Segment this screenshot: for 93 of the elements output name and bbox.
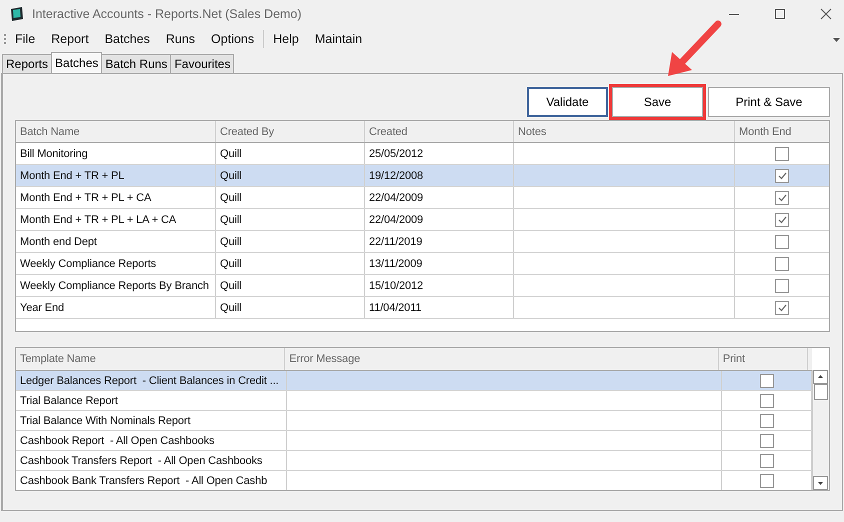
scroll-down-icon[interactable] <box>813 476 828 490</box>
menu-item[interactable]: Batches <box>96 32 158 46</box>
tab[interactable]: Reports <box>2 54 52 73</box>
table-row[interactable]: Month end Dept Quill 22/11/2019 <box>16 231 829 253</box>
checkbox[interactable] <box>775 278 789 292</box>
table-row[interactable]: Cashbook Bank Transfers Report - All Open Cashb <box>16 471 812 490</box>
column-header[interactable]: Print <box>718 348 808 370</box>
table-cell: 22/11/2019 <box>365 231 514 252</box>
table-cell: Month End + TR + PL + CA <box>16 187 216 208</box>
table-cell: Quill <box>216 165 365 186</box>
menu-item[interactable]: Report <box>43 32 97 46</box>
menu-item[interactable]: Help <box>265 32 307 46</box>
column-header[interactable]: Created By <box>216 121 365 142</box>
table-cell: Cashbook Report - All Open Cashbooks <box>16 431 287 450</box>
action-button[interactable]: Validate <box>527 87 608 117</box>
check-icon <box>778 216 786 224</box>
table-row[interactable]: Trial Balance With Nominals Report <box>16 411 812 431</box>
table-row[interactable]: Year End Quill 11/04/2011 <box>16 297 829 319</box>
app-logo-icon <box>10 6 24 22</box>
table-cell: Month End + TR + PL + LA + CA <box>16 209 216 230</box>
checkbox[interactable] <box>760 474 774 488</box>
checkbox[interactable] <box>760 374 774 388</box>
tab[interactable]: Batches <box>51 52 102 73</box>
table-cell: Weekly Compliance Reports <box>16 253 216 274</box>
checkbox[interactable] <box>775 234 789 248</box>
table-cell: 11/04/2011 <box>365 297 514 318</box>
table-cell: Month end Dept <box>16 231 216 252</box>
check-icon <box>778 172 786 180</box>
table-cell: 22/04/2009 <box>365 209 514 230</box>
table-cell: Quill <box>216 231 365 252</box>
table-cell: Ledger Balances Report - Client Balances in Credit ... <box>16 371 287 390</box>
table-cell: Trial Balance With Nominals Report <box>16 411 287 430</box>
column-header[interactable]: Error Message <box>285 348 719 370</box>
grip-icon <box>4 33 7 45</box>
table-row[interactable]: Weekly Compliance Reports Quill 13/11/2009 <box>16 253 829 275</box>
menu-item[interactable]: Runs <box>158 32 204 46</box>
table-cell: Cashbook Bank Transfers Report - All Open Cashb <box>16 471 287 490</box>
maximize-icon[interactable] <box>774 8 786 20</box>
table-cell: Quill <box>216 253 365 274</box>
table-row[interactable]: Cashbook Transfers Report - All Open Cashbooks <box>16 451 812 471</box>
checkbox[interactable] <box>760 454 774 468</box>
close-icon[interactable] <box>820 8 832 20</box>
column-header[interactable]: Created <box>365 121 514 142</box>
checkbox[interactable] <box>775 212 789 226</box>
table-cell: Quill <box>216 209 365 230</box>
check-icon <box>778 194 786 202</box>
checkbox[interactable] <box>775 168 789 182</box>
checkbox[interactable] <box>775 146 789 160</box>
table-cell: Quill <box>216 275 365 296</box>
column-header[interactable]: Notes <box>514 121 735 142</box>
scroll-up-icon[interactable] <box>813 370 828 384</box>
column-header[interactable]: Template Name <box>16 348 286 370</box>
tab[interactable]: Favourites <box>170 54 234 73</box>
table-cell: Quill <box>216 187 365 208</box>
table-row[interactable]: Month End + TR + PL + LA + CA Quill 22/04/2009 <box>16 209 829 231</box>
table-cell: 13/11/2009 <box>365 253 514 274</box>
table-cell: Weekly Compliance Reports By Branch <box>16 275 216 296</box>
table-cell: Quill <box>216 297 365 318</box>
table-row[interactable]: Weekly Compliance Reports By Branch Quill 15/10/2012 <box>16 275 829 297</box>
menu-item[interactable]: File <box>7 32 44 46</box>
table-cell: Year End <box>16 297 216 318</box>
table-cell: Cashbook Transfers Report - All Open Cashbooks <box>16 451 287 470</box>
menu-item[interactable]: Options <box>203 32 262 46</box>
checkbox[interactable] <box>760 414 774 428</box>
checkbox[interactable] <box>775 190 789 204</box>
scroll-thumb[interactable] <box>814 384 828 400</box>
checkbox[interactable] <box>775 256 789 270</box>
column-header[interactable]: Month End <box>735 121 829 142</box>
table-cell: Bill Monitoring <box>16 143 216 164</box>
action-button[interactable]: Save <box>612 87 703 117</box>
check-icon <box>778 304 786 312</box>
checkbox[interactable] <box>760 394 774 408</box>
table-cell: 25/05/2012 <box>365 143 514 164</box>
dropdown-caret-icon[interactable] <box>833 38 840 42</box>
table-cell: Month End + TR + PL <box>16 165 216 186</box>
table-row[interactable]: Month End + TR + PL Quill 19/12/2008 <box>16 165 829 187</box>
checkbox[interactable] <box>775 300 789 314</box>
scrollbar[interactable] <box>812 370 829 490</box>
table-cell: 19/12/2008 <box>365 165 514 186</box>
action-button[interactable]: Print & Save <box>708 87 830 117</box>
checkbox[interactable] <box>760 434 774 448</box>
table-row[interactable]: Ledger Balances Report - Client Balances in Credit ... <box>16 371 812 391</box>
menu-item[interactable]: Maintain <box>306 32 370 46</box>
table-row[interactable]: Cashbook Report - All Open Cashbooks <box>16 431 812 451</box>
tab[interactable]: Batch Runs <box>101 54 172 73</box>
table-cell: 15/10/2012 <box>365 275 514 296</box>
table-row[interactable]: Month End + TR + PL + CA Quill 22/04/2009 <box>16 187 829 209</box>
column-header[interactable]: Batch Name <box>16 121 216 142</box>
table-row[interactable]: Trial Balance Report <box>16 391 812 411</box>
table-cell: 22/04/2009 <box>365 187 514 208</box>
window-title: Interactive Accounts - Reports.Net (Sales Demo) <box>32 6 302 20</box>
table-cell: Trial Balance Report <box>16 391 287 410</box>
table-cell: Quill <box>216 143 365 164</box>
